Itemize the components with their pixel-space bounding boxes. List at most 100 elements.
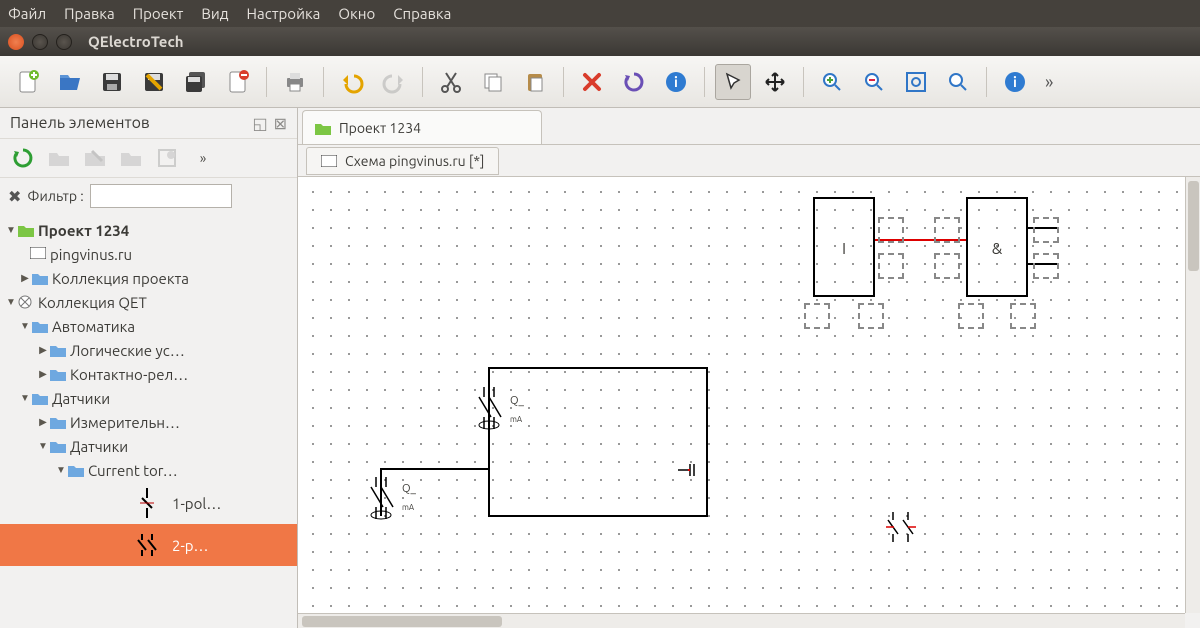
- schematic-wire[interactable]: [380, 468, 488, 470]
- document-tabstrip: Схема pingvinus.ru [*]: [298, 144, 1200, 176]
- project-tab-label: Проект 1234: [339, 120, 421, 136]
- diagram-icon: [321, 155, 337, 167]
- elements-tree: ▼ Проект 1234 pingvinus.ru ▶ Коллекция п…: [0, 214, 297, 628]
- toolbar-more-button[interactable]: »: [1039, 72, 1059, 92]
- ghost-element[interactable]: [1033, 253, 1059, 279]
- schematic-canvas[interactable]: Q_ mA Q_ mA I &: [298, 177, 1185, 613]
- delete-button[interactable]: [574, 64, 610, 100]
- zoom-reset-button[interactable]: [940, 64, 976, 100]
- tree-sensors[interactable]: ▼ Датчики: [0, 386, 297, 410]
- save-all-button[interactable]: [178, 64, 214, 100]
- copy-button[interactable]: [475, 64, 511, 100]
- collection-icon: [18, 295, 34, 309]
- redo-button[interactable]: [376, 64, 412, 100]
- tree-automation[interactable]: ▼ Автоматика: [0, 314, 297, 338]
- schematic-switch-1[interactable]: Q_ mA: [476, 387, 536, 433]
- zoom-in-button[interactable]: [814, 64, 850, 100]
- menu-window[interactable]: Окно: [338, 5, 375, 22]
- tree-element-1pol[interactable]: 1-pol…: [0, 482, 297, 524]
- menu-view[interactable]: Вид: [201, 5, 228, 22]
- menu-bar: Файл Правка Проект Вид Настройка Окно Сп…: [0, 0, 1200, 27]
- project-tabstrip: Проект 1234: [298, 108, 1200, 144]
- panel-title: Панель элементов: [10, 114, 150, 132]
- filter-label: Фильтр :: [27, 188, 83, 204]
- ghost-element[interactable]: [1010, 303, 1036, 329]
- ghost-element[interactable]: [934, 217, 960, 243]
- tree-project-collection[interactable]: ▶ Коллекция проекта: [0, 266, 297, 290]
- panel-undock-icon[interactable]: ◱: [252, 114, 267, 133]
- open-project-button[interactable]: [52, 64, 88, 100]
- ghost-element[interactable]: [958, 303, 984, 329]
- schematic-ct-element[interactable]: [878, 512, 928, 542]
- menu-project[interactable]: Проект: [133, 5, 184, 22]
- ghost-element[interactable]: [858, 303, 884, 329]
- move-tool-button[interactable]: [757, 64, 793, 100]
- switch-icon: [130, 486, 164, 520]
- ghost-element[interactable]: [804, 303, 830, 329]
- save-button[interactable]: [94, 64, 130, 100]
- main-toolbar: i i »: [0, 56, 1200, 108]
- schematic-logic-block-1[interactable]: I: [813, 197, 875, 297]
- menu-settings[interactable]: Настройка: [247, 5, 321, 22]
- horizontal-scrollbar[interactable]: [298, 613, 1185, 628]
- tree-current-tor[interactable]: ▼ Current tor…: [0, 458, 297, 482]
- window-maximize-button[interactable]: [56, 34, 72, 50]
- diagram-icon: [30, 247, 46, 261]
- ghost-element[interactable]: [1033, 217, 1059, 243]
- folder-icon: [50, 439, 66, 453]
- schematic-switch-2[interactable]: Q_ mA: [368, 477, 428, 523]
- document-tab-label: Схема pingvinus.ru [*]: [345, 153, 484, 169]
- ghost-element[interactable]: [878, 253, 904, 279]
- tree-project[interactable]: ▼ Проект 1234: [0, 218, 297, 242]
- ghost-element[interactable]: [878, 217, 904, 243]
- zoom-fit-button[interactable]: [898, 64, 934, 100]
- panel-delete-folder-button[interactable]: [116, 143, 146, 173]
- select-tool-button[interactable]: [715, 64, 751, 100]
- about-button[interactable]: i: [997, 64, 1033, 100]
- schematic-logic-block-2[interactable]: &: [966, 197, 1028, 297]
- folder-icon: [32, 391, 48, 405]
- undo-button[interactable]: [334, 64, 370, 100]
- tree-logic[interactable]: ▶ Логические ус…: [0, 338, 297, 362]
- elements-panel: Панель элементов ◱ ⊠ » ✖ Фильтр : ▼ Прое…: [0, 108, 298, 628]
- paste-button[interactable]: [517, 64, 553, 100]
- filter-clear-icon[interactable]: ✖: [8, 187, 21, 206]
- panel-edit-folder-button[interactable]: [80, 143, 110, 173]
- tree-measurement[interactable]: ▶ Измерительн…: [0, 410, 297, 434]
- menu-help[interactable]: Справка: [393, 5, 451, 22]
- panel-new-folder-button[interactable]: [44, 143, 74, 173]
- print-button[interactable]: [277, 64, 313, 100]
- zoom-out-button[interactable]: [856, 64, 892, 100]
- schematic-terminal[interactable]: [678, 461, 702, 479]
- new-project-button[interactable]: [10, 64, 46, 100]
- filter-input[interactable]: [90, 184, 232, 208]
- tree-diagram[interactable]: pingvinus.ru: [0, 242, 297, 266]
- project-icon: [18, 223, 34, 237]
- folder-icon: [68, 463, 84, 477]
- project-tab[interactable]: Проект 1234: [302, 110, 542, 144]
- panel-refresh-button[interactable]: [8, 143, 38, 173]
- menu-file[interactable]: Файл: [8, 5, 46, 22]
- tree-sensors2[interactable]: ▼ Датчики: [0, 434, 297, 458]
- switch-icon: [130, 534, 164, 556]
- tree-element-2p[interactable]: 2-p…: [0, 524, 297, 566]
- close-project-button[interactable]: [220, 64, 256, 100]
- tree-contact-relay[interactable]: ▶ Контактно-рел…: [0, 362, 297, 386]
- ghost-element[interactable]: [934, 253, 960, 279]
- editor-area: Проект 1234 Схема pingvinus.ru [*] Q_: [298, 108, 1200, 628]
- panel-import-button[interactable]: [152, 143, 182, 173]
- cut-button[interactable]: [433, 64, 469, 100]
- info-button[interactable]: i: [658, 64, 694, 100]
- tree-qet-collection[interactable]: ▼ Коллекция QET: [0, 290, 297, 314]
- menu-edit[interactable]: Правка: [64, 5, 115, 22]
- window-minimize-button[interactable]: [32, 34, 48, 50]
- document-tab[interactable]: Схема pingvinus.ru [*]: [306, 147, 499, 175]
- vertical-scrollbar[interactable]: [1185, 177, 1200, 613]
- folder-icon: [50, 415, 66, 429]
- rotate-button[interactable]: [616, 64, 652, 100]
- panel-more-button[interactable]: »: [188, 143, 218, 173]
- panel-close-icon[interactable]: ⊠: [274, 114, 287, 133]
- save-as-button[interactable]: [136, 64, 172, 100]
- window-title: QElectroTech: [88, 33, 184, 50]
- window-close-button[interactable]: [8, 34, 24, 50]
